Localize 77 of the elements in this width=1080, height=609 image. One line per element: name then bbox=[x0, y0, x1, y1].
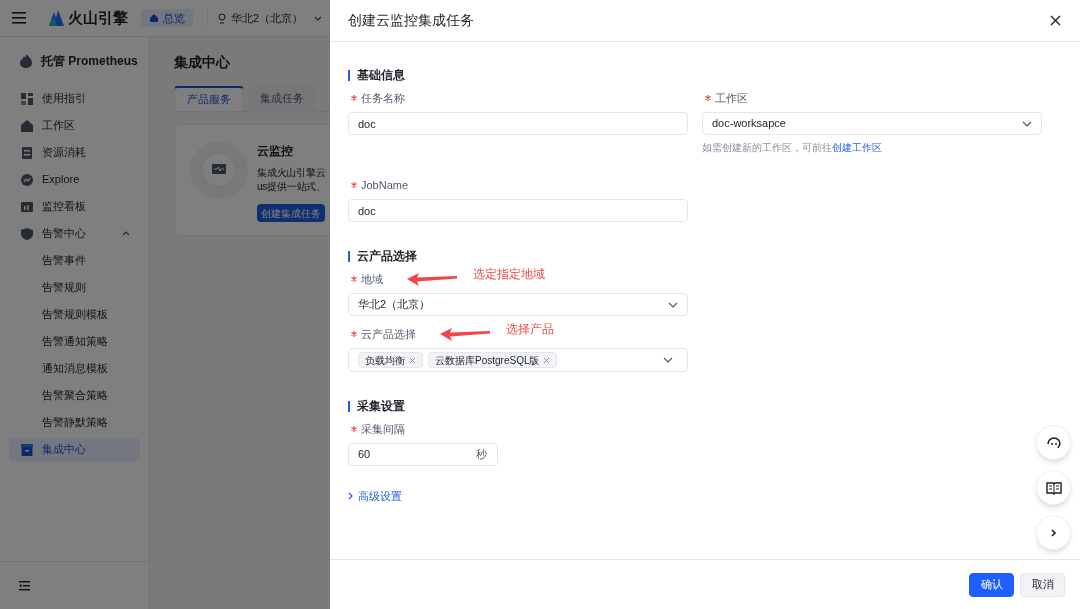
annotation-text: 选定指定地域 bbox=[473, 266, 545, 283]
close-icon bbox=[1050, 15, 1061, 26]
chevron-down-icon bbox=[668, 301, 678, 308]
shield-icon bbox=[20, 226, 34, 241]
create-task-button[interactable]: 创建集成任务 bbox=[257, 204, 325, 222]
sidebar-item[interactable]: 使用指引 bbox=[9, 87, 140, 110]
home-tab[interactable]: 总览 bbox=[141, 9, 193, 27]
field-label: JobName bbox=[361, 177, 409, 193]
location-icon bbox=[218, 12, 226, 24]
home-icon bbox=[20, 118, 34, 133]
sidebar-item[interactable]: 资源消耗 bbox=[9, 141, 140, 164]
sidebar-item[interactable]: 告警事件 bbox=[9, 249, 140, 272]
sidebar-item[interactable]: 告警规则 bbox=[9, 276, 140, 299]
logo-text: 火山引擎 bbox=[68, 7, 128, 28]
field-label: 工作区 bbox=[715, 90, 748, 106]
text-input[interactable]: doc bbox=[348, 199, 688, 222]
section-title: 基础信息 bbox=[357, 67, 405, 84]
chevron-down-icon bbox=[663, 357, 673, 363]
region-selector[interactable]: 华北2（北京） bbox=[218, 9, 323, 27]
selected-tag: 云数据库PostgreSQL版 bbox=[428, 352, 558, 368]
sidebar-item[interactable]: 告警聚合策略 bbox=[9, 384, 140, 407]
select-field[interactable]: doc-worksapce bbox=[702, 112, 1042, 135]
logo-icon bbox=[48, 9, 65, 27]
field-label: 云产品选择 bbox=[361, 326, 416, 342]
remove-icon bbox=[543, 356, 551, 364]
board-icon bbox=[20, 199, 34, 214]
section-title: 采集设置 bbox=[357, 398, 405, 415]
chevron-up-icon bbox=[122, 230, 130, 237]
sidebar-item[interactable]: Explore bbox=[9, 168, 140, 191]
menu-icon bbox=[12, 12, 26, 24]
drawer-title: 创建云监控集成任务 bbox=[348, 11, 474, 30]
card-description: 集成火山引擎云 bbox=[257, 166, 326, 180]
card-title: 云监控 bbox=[257, 143, 294, 160]
annotation-text: 选择产品 bbox=[506, 321, 554, 338]
chevron-right-icon bbox=[348, 492, 353, 501]
tab[interactable]: 集成任务 bbox=[248, 86, 316, 111]
sidebar-item[interactable]: 告警静默策略 bbox=[9, 411, 140, 434]
book-button[interactable] bbox=[1036, 470, 1071, 505]
sidebar-title: 托管 Prometheus bbox=[41, 53, 138, 70]
monitor-icon bbox=[189, 140, 249, 200]
field-label: 地域 bbox=[361, 271, 383, 287]
remove-icon bbox=[409, 356, 416, 364]
sidebar-item[interactable]: 告警通知策略 bbox=[9, 330, 140, 353]
chevron-down-icon bbox=[314, 15, 323, 21]
cancel-button[interactable]: 取消 bbox=[1020, 572, 1065, 597]
arrow-annotation-icon bbox=[405, 271, 459, 287]
sidebar-item[interactable]: 监控看板 bbox=[9, 195, 140, 218]
doc-icon bbox=[20, 145, 34, 160]
tab[interactable]: 产品服务 bbox=[174, 86, 244, 111]
selected-tag: 负载均衡 bbox=[358, 352, 423, 368]
flame-icon bbox=[19, 53, 33, 69]
sidebar-item[interactable]: 告警中心 bbox=[9, 222, 140, 245]
chevron-down-icon bbox=[1022, 120, 1032, 127]
box-icon bbox=[20, 442, 34, 457]
field-label: 任务名称 bbox=[361, 90, 405, 106]
field-label: 采集间隔 bbox=[361, 421, 405, 437]
sidebar-item[interactable]: 通知消息模板 bbox=[9, 357, 140, 380]
page-title: 集成中心 bbox=[174, 53, 231, 72]
arrow-annotation-icon bbox=[438, 326, 492, 342]
collapse-icon bbox=[19, 580, 30, 591]
support-button[interactable] bbox=[1036, 425, 1071, 460]
advanced-settings-link[interactable]: 高级设置 bbox=[348, 488, 402, 505]
chevron-right-icon bbox=[1050, 528, 1057, 537]
text-input[interactable]: doc bbox=[348, 112, 688, 135]
sidebar-item[interactable]: 告警规则模板 bbox=[9, 303, 140, 326]
multi-select-field[interactable]: 负载均衡 云数据库PostgreSQL版 bbox=[348, 348, 688, 372]
sidebar-item[interactable]: 工作区 bbox=[9, 114, 140, 137]
number-input[interactable]: 60 秒 bbox=[348, 443, 498, 466]
hint-text: 如需创建新的工作区，可前往 bbox=[702, 142, 832, 153]
select-field[interactable]: 华北2（北京） bbox=[348, 293, 688, 316]
section-title: 云产品选择 bbox=[357, 248, 417, 265]
home-icon bbox=[149, 13, 159, 23]
explore-icon bbox=[20, 172, 34, 187]
sidebar-item[interactable]: 集成中心 bbox=[9, 438, 140, 461]
guide-icon bbox=[20, 91, 34, 106]
create-workspace-link[interactable]: 创建工作区 bbox=[832, 142, 882, 153]
confirm-button[interactable]: 确认 bbox=[969, 572, 1014, 597]
